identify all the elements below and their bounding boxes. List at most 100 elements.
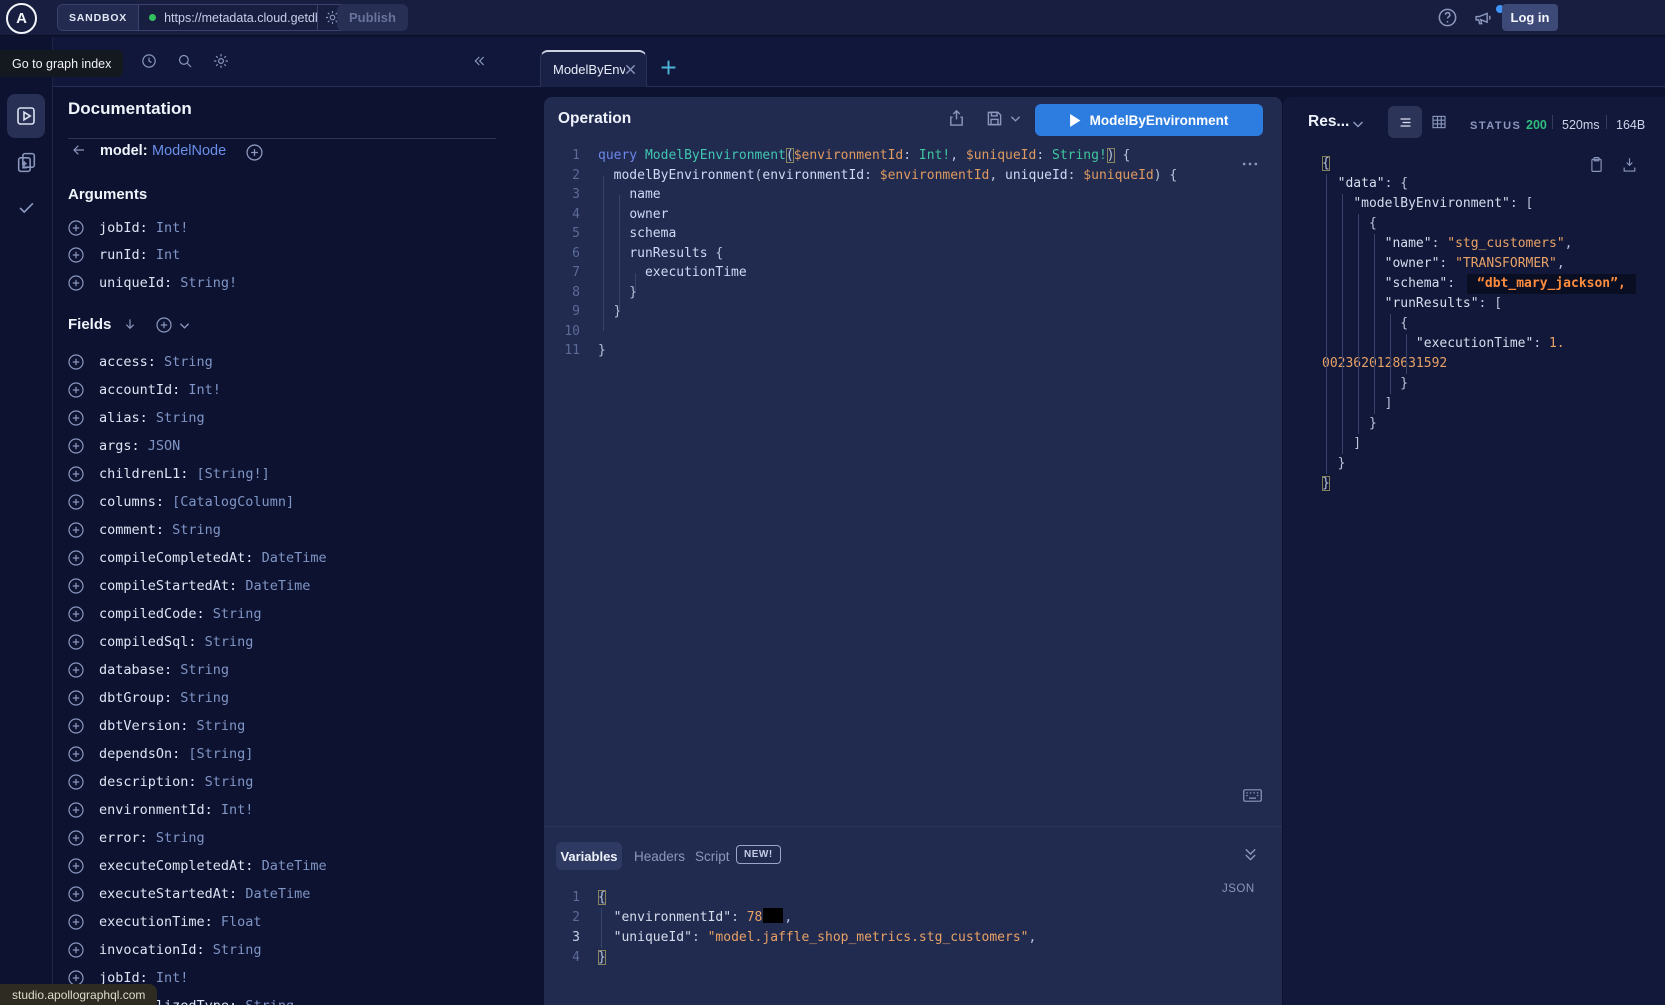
field-row[interactable]: executeStartedAt: DateTime xyxy=(68,880,310,908)
field-row[interactable]: access: String xyxy=(68,348,213,376)
tab-headers[interactable]: Headers xyxy=(634,849,685,864)
search-button[interactable] xyxy=(176,52,194,70)
operation-code-line[interactable]: 7 executionTime xyxy=(544,263,747,283)
endpoint-input[interactable]: https://metadata.cloud.getdbt xyxy=(139,5,317,30)
apollo-logo[interactable]: A xyxy=(6,3,37,34)
operation-code-line[interactable]: 8 } xyxy=(544,283,637,303)
response-code-line[interactable]: } xyxy=(1322,474,1330,494)
response-code-line[interactable]: { xyxy=(1322,154,1330,174)
plus-circle-icon xyxy=(68,550,84,566)
table-view-toggle[interactable] xyxy=(1430,113,1448,131)
response-code-line[interactable]: } xyxy=(1322,374,1408,394)
response-code-line[interactable]: 0023620128631592 xyxy=(1322,354,1447,374)
add-all-fields-button[interactable] xyxy=(156,317,172,333)
operation-code-line[interactable]: 2 modelByEnvironment(environmentId: $env… xyxy=(544,166,1177,186)
operation-code-line[interactable]: 1query ModelByEnvironment($environmentId… xyxy=(544,146,1130,166)
operation-code-line[interactable]: 10 xyxy=(544,322,598,342)
variables-code-line[interactable]: 3 "uniqueId": "model.jaffle_shop_metrics… xyxy=(544,928,1036,948)
operation-menu-button[interactable] xyxy=(1240,158,1260,170)
response-code-line[interactable]: "runResults": [ xyxy=(1322,294,1502,314)
save-dropdown-button[interactable] xyxy=(1010,115,1021,123)
share-operation-button[interactable] xyxy=(946,108,967,129)
argument-row[interactable]: runId: Int xyxy=(68,242,180,270)
response-dropdown-button[interactable] xyxy=(1352,120,1364,129)
field-row[interactable]: compileCompletedAt: DateTime xyxy=(68,544,327,572)
response-code-line[interactable]: } xyxy=(1322,414,1377,434)
operation-code-line[interactable]: 5 schema xyxy=(544,224,676,244)
publish-button[interactable]: Publish xyxy=(337,4,408,31)
doc-type-link[interactable]: ModelNode xyxy=(152,143,226,159)
field-row[interactable]: dependsOn: [String] xyxy=(68,740,253,768)
explorer-settings-button[interactable] xyxy=(212,52,230,70)
field-row[interactable]: error: String xyxy=(68,824,205,852)
sort-fields-button[interactable] xyxy=(122,316,138,332)
field-row[interactable]: comment: String xyxy=(68,516,221,544)
plus-icon xyxy=(660,59,677,76)
login-button[interactable]: Log in xyxy=(1502,4,1558,31)
field-name: executeCompletedAt: xyxy=(99,858,262,874)
response-code-line[interactable]: { xyxy=(1322,314,1408,334)
field-row[interactable]: dbtVersion: String xyxy=(68,712,245,740)
help-button[interactable] xyxy=(1436,6,1459,29)
divider xyxy=(1552,115,1553,129)
tree-view-toggle[interactable] xyxy=(1388,106,1422,138)
indent-guide xyxy=(1406,334,1407,374)
line-number: 5 xyxy=(544,224,580,244)
copy-response-button[interactable] xyxy=(1588,155,1605,175)
field-row[interactable]: args: JSON xyxy=(68,432,180,460)
operation-code-line[interactable]: 9 } xyxy=(544,302,621,322)
argument-row[interactable]: uniqueId: String! xyxy=(68,269,237,297)
tab-variables[interactable]: Variables xyxy=(556,842,622,870)
indent-guide xyxy=(601,908,602,948)
field-row[interactable]: invocationId: String xyxy=(68,936,262,964)
response-code-line[interactable]: "data": { xyxy=(1322,174,1408,194)
variables-code-line[interactable]: 2 "environmentId": 78, xyxy=(544,908,792,928)
field-row[interactable]: accountId: Int! xyxy=(68,376,221,404)
variables-code-line[interactable]: 4} xyxy=(544,948,606,968)
collapse-sidebar-button[interactable] xyxy=(470,53,488,69)
response-code-line[interactable]: "name": "stg_customers", xyxy=(1322,234,1572,254)
plus-circle-icon xyxy=(68,634,84,650)
sandbox-badge[interactable]: SANDBOX xyxy=(58,5,139,30)
save-operation-button[interactable] xyxy=(984,108,1005,129)
response-code-line[interactable]: "schema":“dbt_mary_jackson”, xyxy=(1322,274,1636,294)
field-row[interactable]: alias: String xyxy=(68,404,205,432)
run-operation-button[interactable]: ModelByEnvironment xyxy=(1035,104,1263,136)
field-row[interactable]: compileStartedAt: DateTime xyxy=(68,572,310,600)
doc-back-button[interactable] xyxy=(70,142,88,158)
announcements-button[interactable] xyxy=(1472,7,1494,29)
response-code-line[interactable]: { xyxy=(1322,214,1377,234)
download-response-button[interactable] xyxy=(1621,155,1638,175)
operation-code-line[interactable]: 6 runResults { xyxy=(544,244,723,264)
variables-code-line[interactable]: 1{ xyxy=(544,888,606,908)
chevron-down-icon xyxy=(179,322,190,330)
field-row[interactable]: compiledCode: String xyxy=(68,600,262,628)
plus-circle-icon xyxy=(68,942,84,958)
field-row[interactable]: description: String xyxy=(68,768,253,796)
response-code-line[interactable]: "modelByEnvironment": [ xyxy=(1322,194,1533,214)
explorer-nav-button[interactable] xyxy=(7,94,45,138)
field-row[interactable]: executeCompletedAt: DateTime xyxy=(68,852,327,880)
operation-tab[interactable]: ModelByEnvi... xyxy=(540,50,647,87)
field-row[interactable]: environmentId: Int! xyxy=(68,796,253,824)
add-fields-dropdown[interactable] xyxy=(179,322,190,330)
tab-script[interactable]: Script xyxy=(695,849,730,864)
field-row[interactable]: database: String xyxy=(68,656,229,684)
close-icon[interactable] xyxy=(625,64,636,75)
add-field-button[interactable] xyxy=(246,144,263,161)
field-row[interactable]: compiledSql: String xyxy=(68,628,253,656)
checks-button[interactable] xyxy=(14,196,39,218)
operation-code-line[interactable]: 11} xyxy=(544,341,606,361)
collapse-variables-button[interactable] xyxy=(1243,847,1258,862)
schema-diff-button[interactable] xyxy=(14,150,39,175)
field-row[interactable]: columns: [CatalogColumn] xyxy=(68,488,294,516)
field-row[interactable]: dbtGroup: String xyxy=(68,684,229,712)
run-history-button[interactable] xyxy=(140,52,158,70)
new-tab-button[interactable] xyxy=(660,59,677,76)
keyboard-shortcuts-button[interactable] xyxy=(1242,787,1263,804)
argument-row[interactable]: jobId: Int! xyxy=(68,214,188,242)
operation-code-line[interactable]: 4 owner xyxy=(544,205,668,225)
plus-circle-icon xyxy=(68,438,84,454)
field-row[interactable]: childrenL1: [String!] xyxy=(68,460,270,488)
field-row[interactable]: executionTime: Float xyxy=(68,908,262,936)
